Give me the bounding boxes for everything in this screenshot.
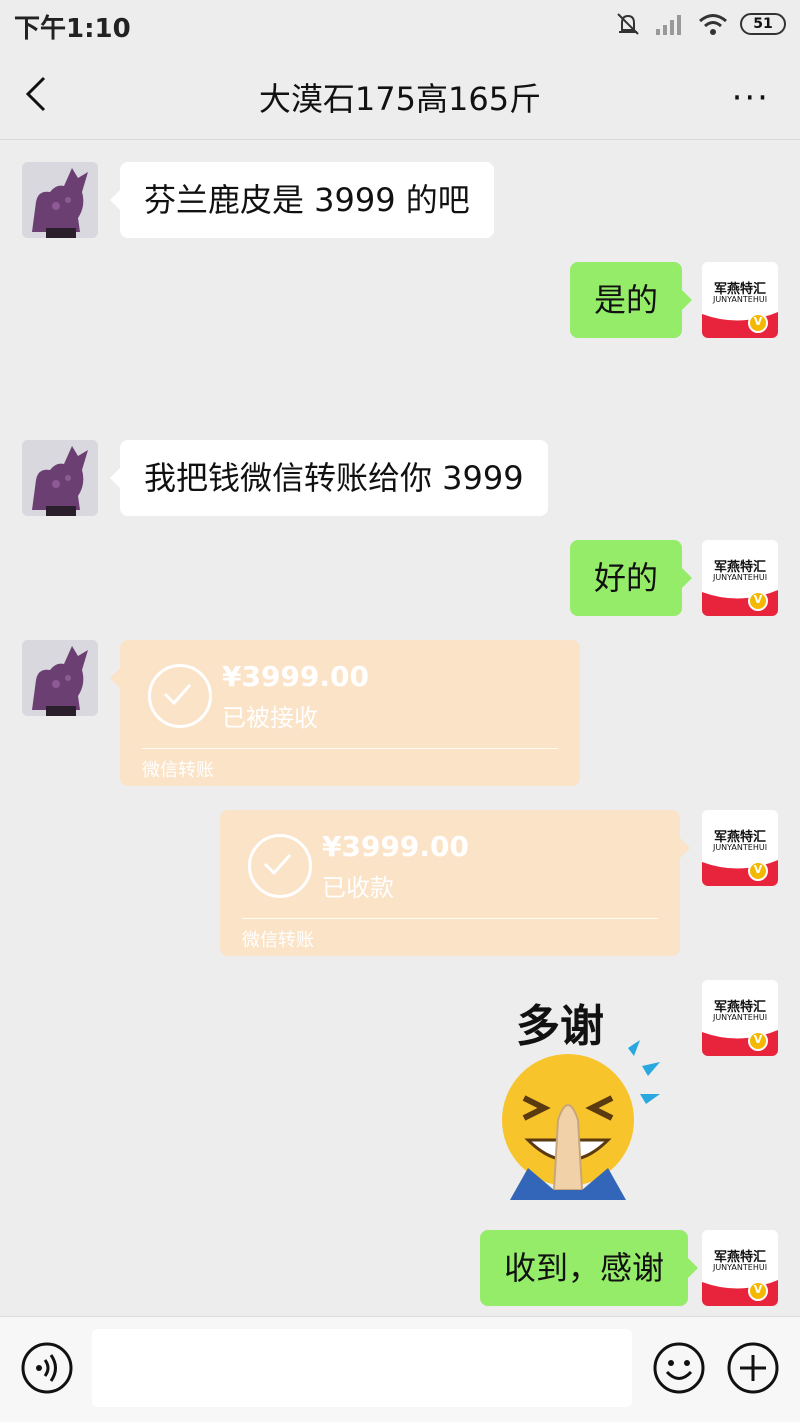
transfer-amount: ¥3999.00 <box>322 830 470 863</box>
avatar-brand-subtext: JUNYANTEHUI <box>712 1013 768 1022</box>
chat-header: 大漠石175高165斤 ··· <box>0 48 800 140</box>
transfer-card[interactable]: ¥3999.00 已被接收 微信转账 <box>110 640 580 786</box>
amethyst-image <box>22 640 98 716</box>
transfer-card[interactable]: ¥3999.00 已收款 微信转账 <box>220 810 690 956</box>
my-avatar[interactable]: 军燕特汇 JUNYANTEHUI V <box>702 980 778 1056</box>
avatar-brand-subtext: JUNYANTEHUI <box>712 1263 768 1272</box>
check-circle-icon <box>248 834 312 898</box>
status-icons: 51 <box>614 10 786 38</box>
friend-avatar[interactable] <box>22 640 98 716</box>
message-bubble[interactable]: 是的 <box>570 262 693 338</box>
avatar-brand-subtext: JUNYANTEHUI <box>712 843 768 852</box>
battery-icon: 51 <box>740 13 786 35</box>
sticker-message[interactable]: 多谢 <box>500 990 680 1200</box>
avatar-brand-subtext: JUNYANTEHUI <box>712 573 768 582</box>
signal-icon <box>656 15 681 35</box>
my-avatar[interactable]: 军燕特汇 JUNYANTEHUI V <box>702 810 778 886</box>
amethyst-image <box>22 440 98 516</box>
status-time: 下午1:10 <box>14 14 131 44</box>
mute-icon <box>617 13 639 35</box>
friend-avatar[interactable] <box>22 162 98 238</box>
emoji-icon[interactable] <box>652 1341 706 1395</box>
message-bubble[interactable]: 好的 <box>570 540 693 616</box>
input-bar <box>0 1316 800 1422</box>
avatar-badge: V <box>753 1033 763 1046</box>
avatar-badge: V <box>753 863 763 876</box>
transfer-label: 微信转账 <box>142 760 214 781</box>
wifi-icon <box>699 14 727 35</box>
my-avatar[interactable]: 军燕特汇 JUNYANTEHUI V <box>702 1230 778 1306</box>
transfer-status: 已收款 <box>322 874 394 902</box>
voice-input-icon[interactable] <box>20 1341 74 1395</box>
amethyst-image <box>22 162 98 238</box>
check-circle-icon <box>148 664 212 728</box>
transfer-divider <box>142 748 558 749</box>
transfer-amount: ¥3999.00 <box>222 660 370 693</box>
avatar-brand-subtext: JUNYANTEHUI <box>712 295 768 304</box>
message-bubble[interactable]: 芬兰鹿皮是 3999 的吧 <box>110 162 494 238</box>
avatar-badge: V <box>753 593 763 606</box>
laughing-pray-emoji-icon <box>502 1040 660 1200</box>
more-options-icon[interactable]: ··· <box>732 78 770 118</box>
my-avatar[interactable]: 军燕特汇 JUNYANTEHUI V <box>702 262 778 338</box>
chat-title: 大漠石175高165斤 <box>258 80 542 118</box>
message-bubble[interactable]: 我把钱微信转账给你 3999 <box>110 440 548 516</box>
friend-avatar[interactable] <box>22 440 98 516</box>
avatar-badge: V <box>753 1283 763 1296</box>
add-more-icon[interactable] <box>726 1341 780 1395</box>
message-bubble[interactable]: 收到，感谢 <box>480 1230 699 1306</box>
status-bar: 下午1:10 51 <box>0 0 800 48</box>
transfer-status: 已被接收 <box>222 704 318 732</box>
my-avatar[interactable]: 军燕特汇 JUNYANTEHUI V <box>702 540 778 616</box>
avatar-badge: V <box>753 315 763 328</box>
transfer-label: 微信转账 <box>242 930 314 951</box>
message-input[interactable] <box>92 1329 632 1407</box>
transfer-divider <box>242 918 658 919</box>
